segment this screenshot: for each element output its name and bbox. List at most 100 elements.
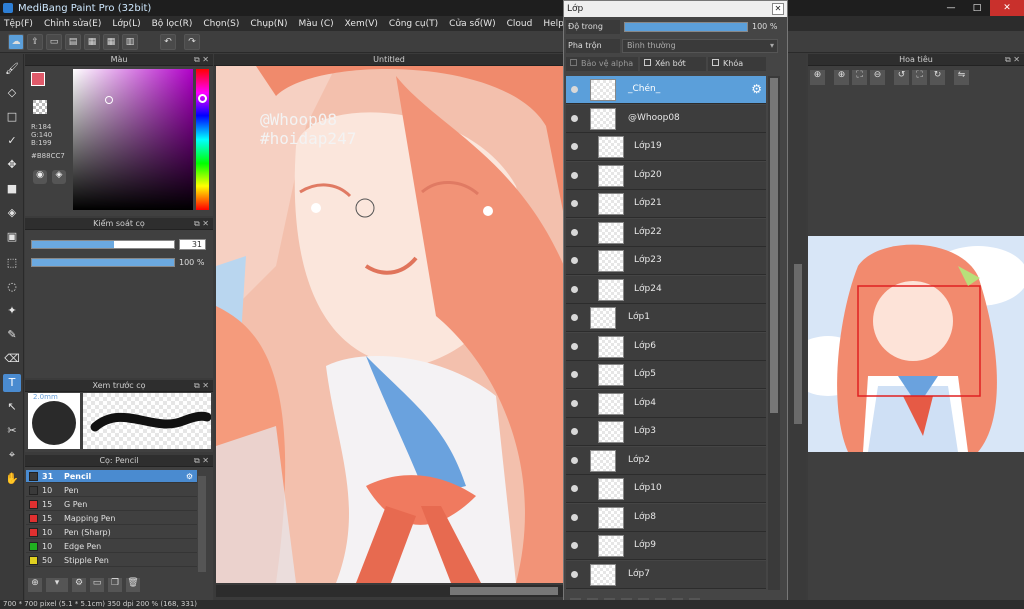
lock-toggle[interactable]: Khóa [708,57,766,71]
visibility-icon[interactable] [571,513,578,521]
menu-item-0[interactable]: Tệp(F) [4,19,33,29]
text-tool-icon[interactable]: T [3,374,21,392]
color-cursor[interactable] [105,96,113,104]
canvas-tab[interactable]: Untitled [214,54,564,66]
visibility-icon[interactable] [571,314,578,321]
add-brush-icon[interactable]: ⊕ [28,578,42,592]
drawing-canvas[interactable]: @Whoop08 #hoidap247 [216,66,564,583]
visibility-icon[interactable] [571,342,578,350]
move-tool-icon[interactable]: ✥ [3,156,21,174]
panel-close-icon[interactable]: ⧉ ✕ [194,380,209,392]
layer-row[interactable]: Lớp24 [566,275,766,304]
visibility-icon[interactable] [571,257,578,264]
doc-icon[interactable]: ▤ [65,34,81,50]
layer-row[interactable]: Lớp20 [566,161,766,190]
hand-tool-icon[interactable]: ✋ [3,470,21,488]
menu-item-11[interactable]: Help [543,19,564,29]
minimize-button[interactable]: — [938,0,964,16]
visibility-icon[interactable] [571,114,578,122]
vscroll-thumb[interactable] [794,264,802,424]
fit-icon[interactable]: ⛶ [852,70,867,85]
brush-row[interactable]: 31 Pencil ⚙ [26,470,197,483]
primary-color-swatch[interactable] [31,72,45,86]
divide-tool-icon[interactable]: ✂ [3,422,21,440]
bucket-tool-icon[interactable]: ◈ [3,204,21,222]
menu-item-1[interactable]: Chỉnh sửa(E) [44,19,101,29]
navigator-thumbnail[interactable] [808,236,1024,452]
panel-close-icon[interactable]: ⧉ ✕ [194,218,209,230]
menu-item-4[interactable]: Chọn(S) [203,19,239,29]
gear-icon[interactable]: ⚙ [186,472,193,481]
gradient-tool-icon[interactable]: ▣ [3,228,21,246]
visibility-icon[interactable] [571,485,578,492]
layer-scroll-thumb[interactable] [770,78,778,413]
eyedropper-icon[interactable]: ⌖ [3,446,21,464]
layer-row[interactable]: Lớp21 [566,190,766,218]
visibility-icon[interactable] [571,570,578,578]
delete-brush-icon[interactable]: 🗑 [126,578,140,592]
brush-settings-icon[interactable]: ⚙ [72,578,86,592]
brush-size-slider[interactable] [31,240,175,249]
page-icon[interactable]: ▦ [84,34,100,50]
palette-icon[interactable]: ◉ [33,170,47,184]
visibility-icon[interactable] [571,171,578,179]
hue-slider[interactable] [196,69,209,210]
brush-tool-icon[interactable]: 🖌 [3,60,21,78]
fit-window-icon[interactable]: ⛶ [912,70,927,85]
layer-row[interactable]: @Whoop08 [566,104,766,133]
brush-opacity-slider[interactable] [31,258,175,267]
brush-row[interactable]: 50 Stipple Pen [26,554,197,567]
panel-close-icon[interactable]: ⧉ ✕ [194,455,209,467]
visibility-icon[interactable] [571,200,578,207]
layer-row[interactable]: Lớp19 [566,133,766,161]
menu-item-9[interactable]: Cửa sổ(W) [449,19,495,29]
upload-icon[interactable]: ⇪ [27,34,43,50]
copy-brush-icon[interactable]: ❐ [108,578,122,592]
rotate-right-icon[interactable]: ↻ [930,70,945,85]
layer-row[interactable]: _Chén_ ⚙ [566,76,766,104]
layout-icon[interactable]: ▥ [122,34,138,50]
rotate-left-icon[interactable]: ↺ [894,70,909,85]
maximize-button[interactable]: □ [964,0,990,16]
visibility-icon[interactable] [571,371,578,378]
hue-cursor[interactable] [198,94,207,103]
cloud-icon[interactable]: ☁ [8,34,24,50]
select-pen-icon[interactable]: ✎ [3,326,21,344]
layer-row[interactable]: Lớp2 [566,446,766,475]
dot-tool-icon[interactable]: □ [3,108,21,126]
operation-tool-icon[interactable]: ↖ [3,398,21,416]
visibility-icon[interactable] [571,542,578,549]
zoom-out-icon[interactable]: ⊖ [870,70,885,85]
menu-item-2[interactable]: Lớp(L) [112,19,140,29]
menu-item-5[interactable]: Chụp(N) [250,19,287,29]
layer-row[interactable]: Lớp4 [566,389,766,418]
brush-row[interactable]: 10 Pen [26,484,197,497]
visibility-icon[interactable] [571,228,578,236]
brush-row[interactable]: 15 G Pen [26,498,197,511]
layer-row[interactable]: Lớp8 [566,503,766,532]
layer-settings-icon[interactable]: ⚙ [751,82,762,96]
visibility-icon[interactable] [571,428,578,435]
layer-row[interactable]: Lớp3 [566,418,766,446]
canvas-hscrollbar[interactable] [216,585,564,597]
layer-row[interactable]: Lớp22 [566,218,766,247]
transparent-swatch[interactable] [33,100,47,114]
panel-close-icon[interactable]: ⧉ ✕ [1005,54,1020,66]
select-rect-icon[interactable]: ⬚ [3,254,21,272]
zoom-in-alt-icon[interactable]: ⊕ [834,70,849,85]
layer-row[interactable]: Lớp7 [566,560,766,589]
vertical-scrollbar[interactable] [790,54,806,600]
layer-window-close-icon[interactable]: ✕ [772,3,784,15]
folder-icon[interactable]: ▭ [90,578,104,592]
brush-row[interactable]: 10 Pen (Sharp) [26,526,197,539]
brush-list-scrollbar[interactable] [198,476,206,572]
layer-row[interactable]: Lớp5 [566,361,766,389]
layer-row[interactable]: Lớp1 [566,304,766,332]
protect-alpha-toggle[interactable]: Bảo vệ alpha [566,57,638,71]
zoom-in-icon[interactable]: ⊕ [810,70,825,85]
magic-wand-icon[interactable]: ✦ [3,302,21,320]
visibility-icon[interactable] [571,399,578,407]
brush-row[interactable]: 10 Edge Pen [26,540,197,553]
select-eraser-icon[interactable]: ⌫ [3,350,21,368]
layer-row[interactable]: Lớp6 [566,332,766,361]
